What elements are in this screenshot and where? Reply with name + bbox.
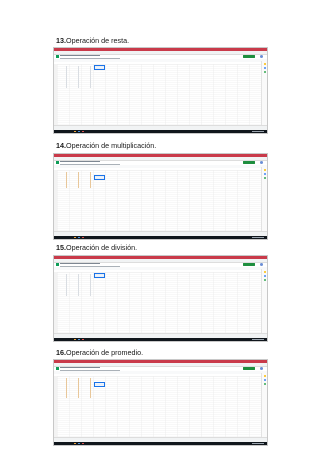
spreadsheet-screenshot <box>53 359 268 446</box>
selected-cell <box>94 273 105 278</box>
data-column <box>78 378 80 398</box>
share-button <box>243 54 255 58</box>
sheets-icon <box>56 160 59 164</box>
section-heading: 14.Operación de multiplicación. <box>56 141 156 150</box>
data-column <box>66 378 68 398</box>
selected-cell <box>94 65 105 70</box>
doc-title <box>60 263 100 265</box>
data-column <box>66 172 68 188</box>
section-number: 15. <box>56 243 66 252</box>
sheets-icon <box>56 366 59 370</box>
section-title: Operación de división. <box>66 243 138 252</box>
avatar <box>259 160 263 164</box>
taskbar <box>54 338 267 341</box>
data-column <box>90 378 92 398</box>
side-panel <box>261 373 267 438</box>
spreadsheet-screenshot <box>53 153 268 240</box>
section-number: 16. <box>56 348 66 357</box>
data-column <box>78 274 80 296</box>
data-column <box>90 66 92 88</box>
cell-grid <box>57 169 261 232</box>
section-number: 13. <box>56 36 66 45</box>
share-button <box>243 366 255 370</box>
section-heading: 16.Operación de promedio. <box>56 348 143 357</box>
side-panel <box>261 167 267 232</box>
data-column <box>78 172 80 188</box>
section-number: 14. <box>56 141 66 150</box>
selected-cell <box>94 382 105 387</box>
sheets-icon <box>56 54 59 58</box>
side-panel <box>261 61 267 126</box>
data-column <box>78 66 80 88</box>
section-title: Operación de multiplicación. <box>66 141 157 150</box>
doc-title <box>60 367 100 369</box>
cell-grid <box>57 271 261 334</box>
share-button <box>243 160 255 164</box>
section-heading: 13.Operación de resta. <box>56 36 129 45</box>
data-column <box>90 172 92 188</box>
selected-cell <box>94 175 105 180</box>
data-column <box>66 274 68 296</box>
doc-title <box>60 55 100 57</box>
data-column <box>66 66 68 88</box>
data-column <box>90 274 92 296</box>
cell-grid <box>57 63 261 126</box>
section-title: Operación de promedio. <box>66 348 144 357</box>
side-panel <box>261 269 267 334</box>
share-button <box>243 262 255 266</box>
taskbar <box>54 442 267 445</box>
avatar <box>259 366 263 370</box>
section-heading: 15.Operación de división. <box>56 243 137 252</box>
taskbar <box>54 236 267 239</box>
section-title: Operación de resta. <box>66 36 130 45</box>
spreadsheet-screenshot <box>53 255 268 342</box>
spreadsheet-screenshot <box>53 47 268 134</box>
sheets-icon <box>56 262 59 266</box>
cell-grid <box>57 375 261 438</box>
avatar <box>259 262 263 266</box>
doc-title <box>60 161 100 163</box>
avatar <box>259 54 263 58</box>
taskbar <box>54 130 267 133</box>
